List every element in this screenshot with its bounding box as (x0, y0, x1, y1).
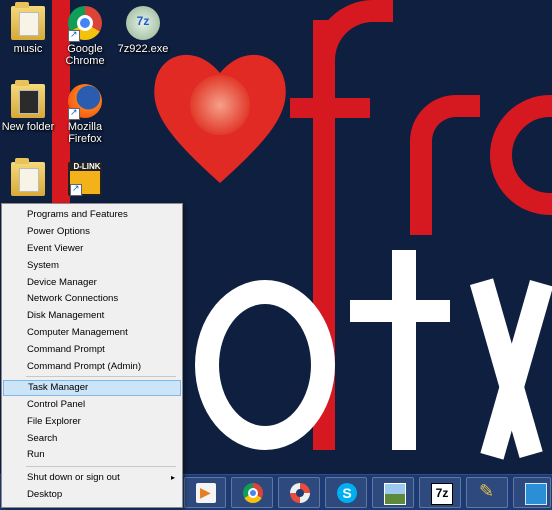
window-icon (525, 483, 547, 505)
menu-item-desktop[interactable]: Desktop (3, 487, 181, 503)
menu-item-command-prompt[interactable]: Command Prompt (3, 342, 181, 358)
wallpaper-letter-f-cross (290, 98, 370, 118)
desktop-icon-label: Mozilla Firefox (67, 121, 103, 145)
desktop-icon-label: music (13, 43, 43, 55)
desktop-icon-label: 7z922.exe (117, 43, 169, 55)
menu-item-label: Control Panel (27, 399, 86, 410)
taskbar-button-paint[interactable] (466, 477, 508, 508)
desktop-icon-mozilla-firefox[interactable]: Mozilla Firefox (55, 84, 115, 145)
menu-item-label: Event Viewer (27, 243, 84, 254)
dlink-icon: D-LINK (68, 162, 102, 196)
menu-item-file-explorer[interactable]: File Explorer (3, 414, 181, 430)
firefox-icon (68, 84, 102, 120)
menu-item-programs-and-features[interactable]: Programs and Features (3, 207, 181, 223)
wallpaper-letter-o (195, 280, 335, 450)
desktop-icon-label: New folder (1, 121, 55, 133)
7zip-icon (431, 483, 453, 505)
menu-item-label: Command Prompt (Admin) (27, 361, 142, 372)
wallpaper-letter-e (490, 95, 552, 215)
desktop-icon-new-folder[interactable]: New folder (0, 80, 58, 133)
7zip-installer-icon (126, 6, 160, 40)
menu-item-search[interactable]: Search (3, 431, 181, 447)
menu-separator (26, 376, 176, 377)
power-user-menu: Programs and Features Power Options Even… (1, 203, 183, 508)
folder-icon (11, 80, 45, 118)
menu-item-task-manager[interactable]: Task Manager (3, 380, 181, 396)
menu-item-label: Task Manager (28, 382, 89, 393)
taskbar-button-window[interactable] (513, 477, 551, 508)
media-player-icon (196, 483, 216, 503)
menu-item-device-manager[interactable]: Device Manager (3, 275, 181, 291)
image-viewer-icon (384, 483, 406, 505)
folder-icon (11, 158, 45, 196)
paint-icon (478, 481, 498, 503)
menu-item-command-prompt-admin[interactable]: Command Prompt (Admin) (3, 359, 181, 375)
menu-item-computer-management[interactable]: Computer Management (3, 325, 181, 341)
menu-item-power-options[interactable]: Power Options (3, 224, 181, 240)
wallpaper-letter-t-stem (392, 250, 416, 450)
desktop-icon-7z922[interactable]: 7z922.exe (113, 6, 173, 55)
menu-item-label: Device Manager (27, 277, 97, 288)
menu-item-control-panel[interactable]: Control Panel (3, 397, 181, 413)
menu-item-shut-down-or-sign-out[interactable]: Shut down or sign out ▸ (3, 470, 181, 486)
menu-item-system[interactable]: System (3, 258, 181, 274)
menu-item-label: Run (27, 449, 45, 460)
menu-item-label: Desktop (27, 489, 63, 500)
chrome-icon (243, 483, 263, 503)
wallpaper-letter-r (410, 95, 480, 235)
taskbar-button-chrome[interactable] (231, 477, 273, 508)
desktop-icon-dlink[interactable]: D-LINK (55, 162, 115, 199)
taskbar-button-image-viewer[interactable] (372, 477, 414, 508)
menu-item-run[interactable]: Run (3, 447, 181, 463)
menu-item-label: Shut down or sign out (27, 472, 120, 483)
taskbar-button-media-player[interactable] (184, 477, 226, 508)
taskbar-button-7zip[interactable] (419, 477, 461, 508)
desktop-icon-google-chrome[interactable]: Google Chrome (55, 6, 115, 67)
menu-item-event-viewer[interactable]: Event Viewer (3, 241, 181, 257)
skype-icon (337, 483, 357, 503)
menu-item-label: Power Options (27, 226, 90, 237)
taskbar-button-skype[interactable] (325, 477, 367, 508)
menu-item-label: Search (27, 433, 58, 444)
menu-item-network-connections[interactable]: Network Connections (3, 291, 181, 307)
folder-icon (11, 2, 45, 40)
chrome-icon (68, 6, 102, 42)
wallpaper-letter-t-cross (350, 300, 450, 322)
menu-separator (26, 466, 176, 467)
desktop-icon-label: Google Chrome (65, 43, 105, 67)
menu-item-label: Computer Management (27, 327, 128, 338)
desktop-icon-music[interactable]: music (0, 2, 58, 55)
menu-item-label: Programs and Features (27, 209, 128, 220)
help-lifebuoy-icon (290, 483, 310, 503)
menu-item-label: File Explorer (27, 416, 81, 427)
taskbar-button-help[interactable] (278, 477, 320, 508)
menu-item-label: Command Prompt (27, 344, 105, 355)
heart-highlight (190, 75, 250, 135)
menu-item-label: System (27, 260, 59, 271)
menu-item-label: Network Connections (27, 293, 119, 304)
menu-item-disk-management[interactable]: Disk Management (3, 308, 181, 324)
dlink-logo-text: D-LINK (73, 162, 101, 171)
submenu-arrow-icon: ▸ (170, 473, 175, 482)
menu-item-label: Disk Management (27, 310, 105, 321)
desktop-icon-folder[interactable] (0, 158, 58, 199)
